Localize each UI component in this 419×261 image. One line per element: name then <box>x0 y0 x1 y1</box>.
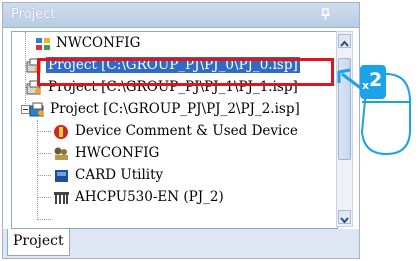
tree-item-label: AHCPU530-EN (PJ_2) <box>75 189 224 205</box>
tree-item-device-comment[interactable]: Device Comment & Used Device <box>12 121 337 143</box>
tree-item-label: NWCONFIG <box>56 35 141 51</box>
tree-item-label: Device Comment & Used Device <box>75 123 298 139</box>
pin-icon[interactable] <box>319 7 333 21</box>
panel-tabbar: Project <box>3 229 359 258</box>
chevron-up-icon <box>340 40 349 47</box>
tree-item-label: HWCONFIG <box>75 145 160 161</box>
click-count-text: x2 <box>362 69 383 92</box>
tree-item-label: Project [C:\GROUP_PJ\PJ_2\PJ_2.isp] <box>50 101 300 117</box>
hwconfig-icon <box>54 147 68 160</box>
device-comment-icon <box>54 125 68 139</box>
panel-title: Project <box>11 7 56 22</box>
tree-line <box>37 219 51 220</box>
cpu-icon <box>54 192 69 204</box>
network-config-icon <box>36 38 50 50</box>
tree-item-cpu[interactable]: AHCPU530-EN (PJ_2) <box>12 187 337 209</box>
scroll-up-button[interactable] <box>338 34 351 48</box>
project-icon <box>29 102 44 117</box>
tree-item-nwconfig[interactable]: NWCONFIG <box>12 33 337 55</box>
tree-item-card-utility[interactable]: CARD Utility <box>12 165 337 187</box>
panel-titlebar: Project <box>3 3 359 28</box>
highlight-box <box>37 58 334 86</box>
project-panel: Project NWCONFIG Project [C:\GROUP_PJ\PJ… <box>2 2 360 259</box>
chevron-down-icon <box>340 217 349 224</box>
tree-item-project-pj2[interactable]: Project [C:\GROUP_PJ\PJ_2\PJ_2.isp] <box>12 99 337 121</box>
scroll-down-button[interactable] <box>338 210 351 224</box>
tree-item-label: CARD Utility <box>75 167 164 183</box>
tab-project[interactable]: Project <box>7 229 70 256</box>
tree-item-hwconfig[interactable]: HWCONFIG <box>12 143 337 165</box>
card-utility-icon <box>55 170 68 182</box>
